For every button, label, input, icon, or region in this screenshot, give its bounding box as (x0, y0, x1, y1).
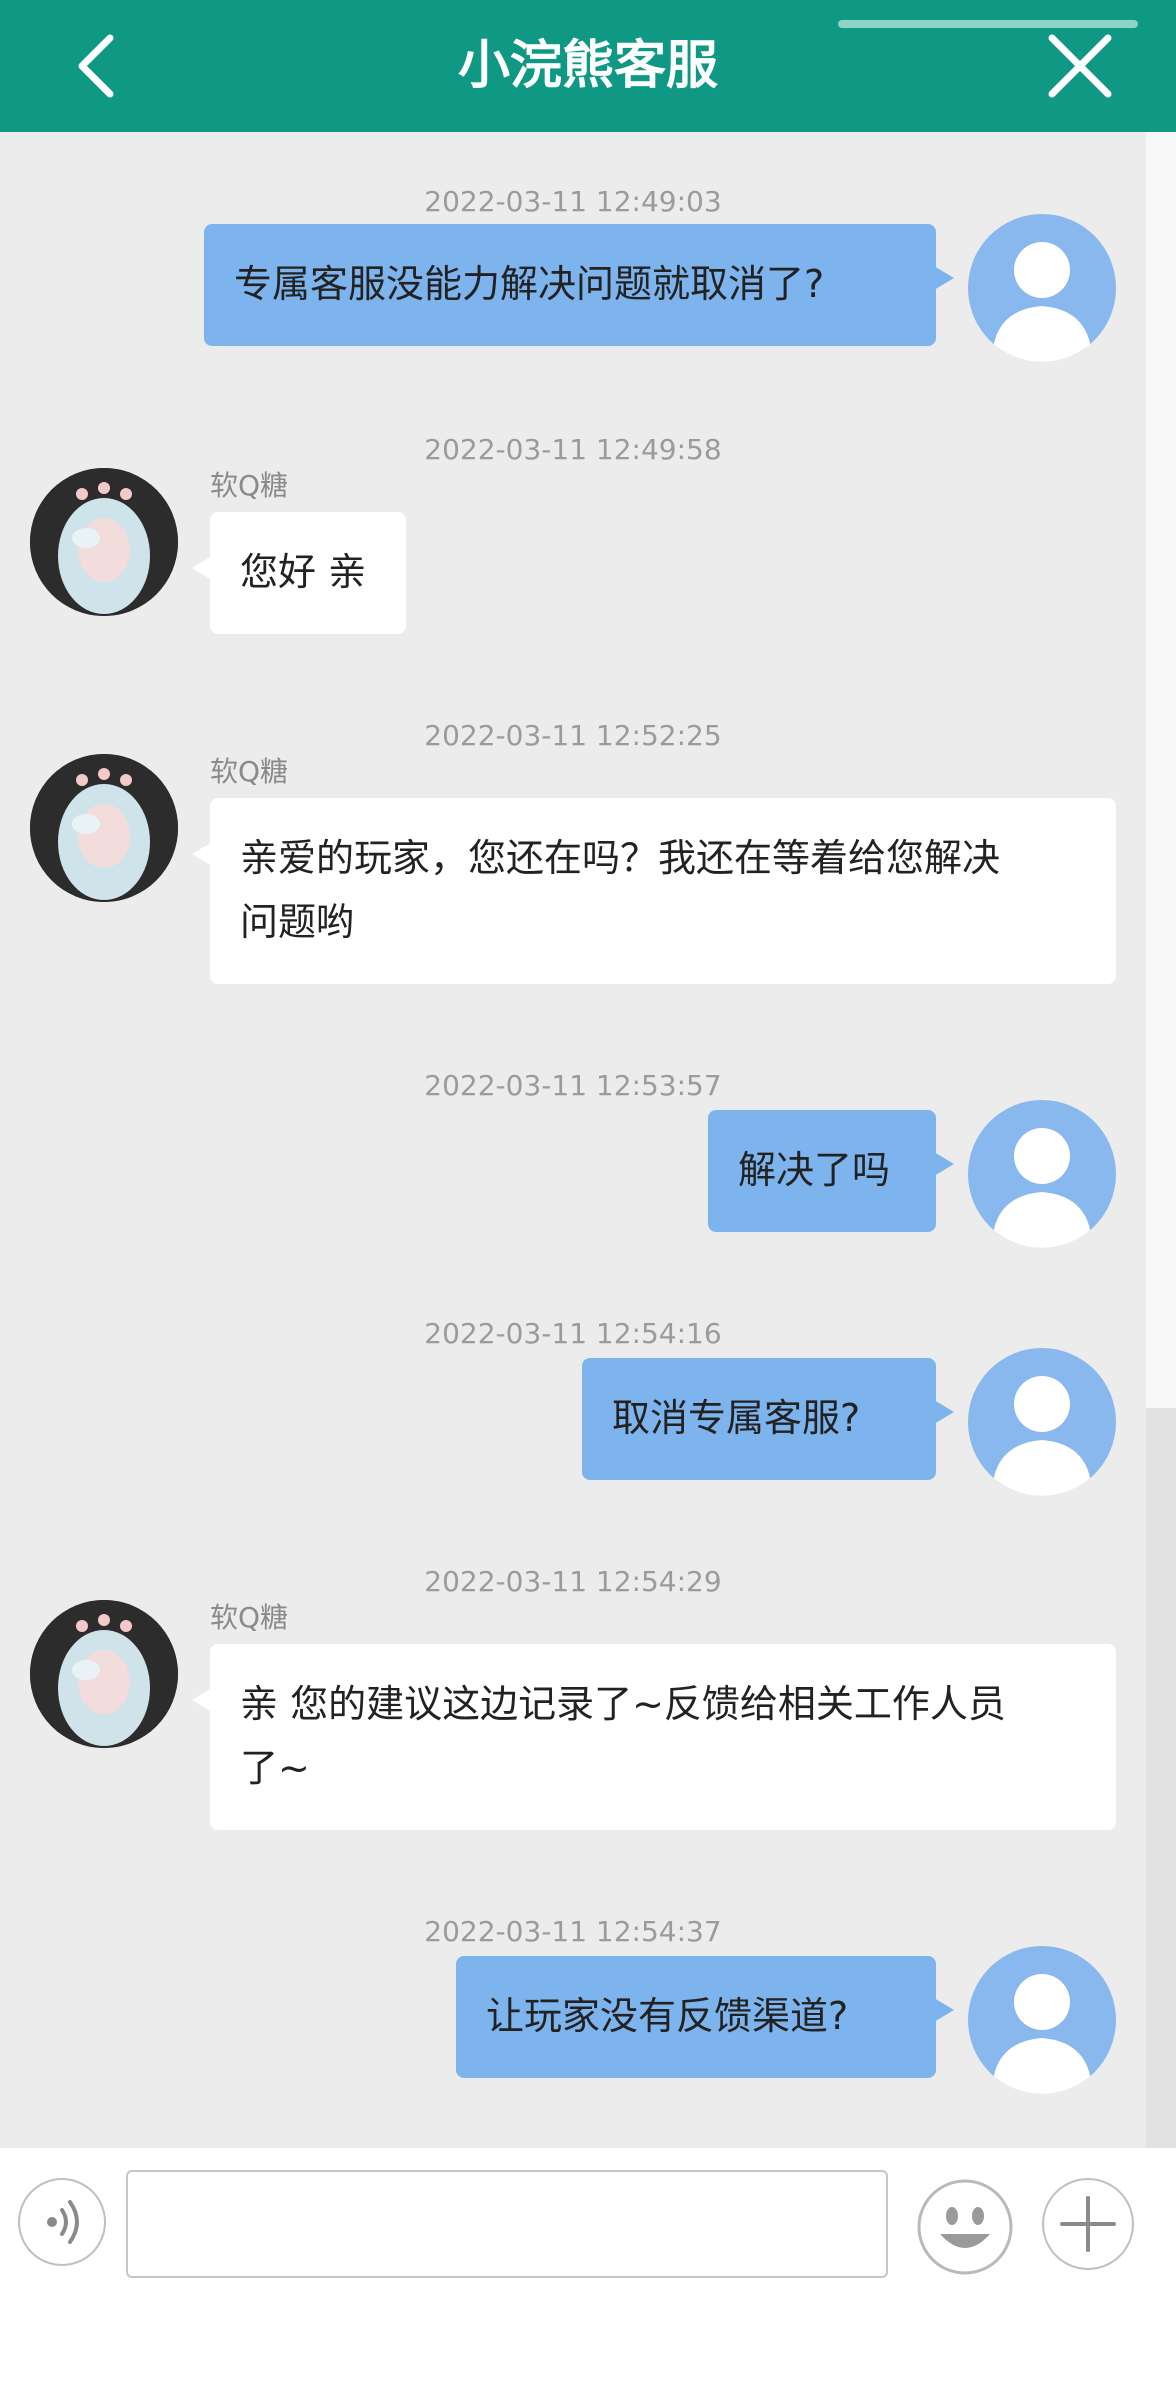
timestamp: 2022-03-11 12:52:25 (424, 719, 722, 752)
incoming-message[interactable]: 亲爱的玩家，您还在吗？我还在等着给您解决 问题哟 (192, 798, 1116, 984)
header-bar: 小浣熊客服 (0, 0, 1176, 132)
input-bar (0, 2148, 1176, 2400)
timestamp: 2022-03-11 12:54:29 (424, 1565, 722, 1598)
agent-name: 软Q糖 (210, 469, 289, 502)
agent-portrait-icon (30, 1600, 178, 1748)
agent-avatar[interactable] (30, 468, 178, 616)
agent-name: 软Q糖 (210, 755, 289, 788)
avatar[interactable] (968, 1946, 1116, 2094)
more-button[interactable] (1042, 2178, 1134, 2270)
message-text: 取消专属客服? (612, 1396, 861, 1440)
outgoing-message[interactable]: 解决了吗 (708, 1110, 954, 1232)
timestamp: 2022-03-11 12:49:58 (424, 433, 722, 466)
message-text: 让玩家没有反馈渠道? (486, 1994, 849, 2038)
agent-portrait-icon (30, 468, 178, 616)
timestamp: 2022-03-11 12:54:16 (424, 1317, 722, 1350)
user-silhouette-icon (992, 242, 1092, 362)
message-text: 解决了吗 (738, 1148, 891, 1192)
emoji-button[interactable] (916, 2178, 1014, 2276)
chat-list[interactable]: 2022-03-11 12:49:03 专属客服没能力解决问题就取消了? 202… (0, 132, 1144, 2148)
user-silhouette-icon (992, 1376, 1092, 1496)
close-icon (1048, 34, 1112, 98)
avatar[interactable] (968, 1100, 1116, 1248)
page-title: 小浣熊客服 (457, 36, 718, 96)
scrollbar-thumb[interactable] (1146, 1408, 1176, 2148)
message-text-line: 问题哟 (240, 900, 355, 944)
message-text-line: 亲爱的玩家，您还在吗？我还在等着给您解决 (240, 836, 1001, 880)
voice-icon (47, 2200, 79, 2244)
scrollbar-track[interactable] (1146, 132, 1176, 1408)
avatar[interactable] (968, 1348, 1116, 1496)
message-text-line: 亲 您的建议这边记录了~反馈给相关工作人员 (240, 1682, 1006, 1726)
user-silhouette-icon (992, 1128, 1092, 1248)
timestamp: 2022-03-11 12:49:03 (424, 185, 722, 218)
close-button[interactable] (1040, 26, 1120, 106)
agent-portrait-icon (30, 754, 178, 902)
incoming-message[interactable]: 您好 亲 (192, 512, 406, 634)
timestamp: 2022-03-11 12:54:37 (424, 1915, 722, 1948)
agent-avatar[interactable] (30, 754, 178, 902)
timestamp: 2022-03-11 12:53:57 (424, 1069, 722, 1102)
outgoing-message[interactable]: 专属客服没能力解决问题就取消了? (204, 224, 954, 346)
message-text: 专属客服没能力解决问题就取消了? (234, 262, 825, 306)
avatar[interactable] (968, 214, 1116, 362)
outgoing-message[interactable]: 取消专属客服? (582, 1358, 954, 1480)
emoji-icon (917, 2179, 1013, 2275)
voice-button[interactable] (18, 2178, 106, 2266)
message-text: 您好 亲 (240, 550, 367, 594)
message-input[interactable] (126, 2170, 888, 2278)
incoming-message[interactable]: 亲 您的建议这边记录了~反馈给相关工作人员 了~ (192, 1644, 1116, 1830)
outgoing-message[interactable]: 让玩家没有反馈渠道? (456, 1956, 954, 2078)
agent-avatar[interactable] (30, 1600, 178, 1748)
user-silhouette-icon (992, 1974, 1092, 2094)
message-text-line: 了~ (240, 1746, 310, 1790)
plus-icon (1060, 2196, 1116, 2252)
agent-name: 软Q糖 (210, 1601, 289, 1634)
